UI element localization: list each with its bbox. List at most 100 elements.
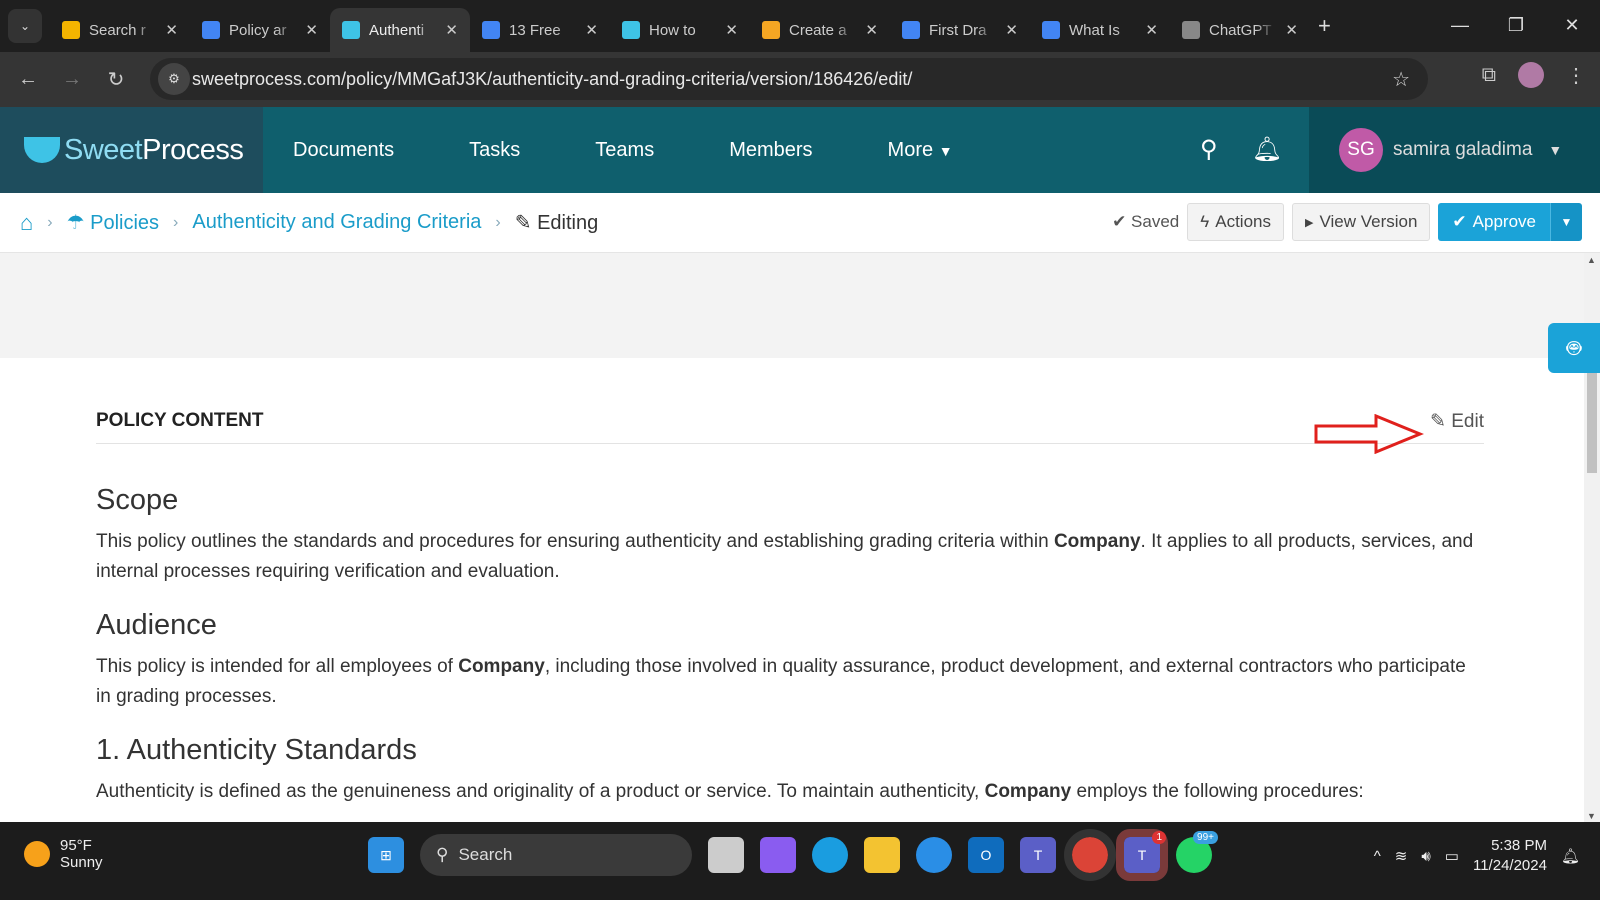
whatsapp-badge: 99+ (1193, 831, 1218, 844)
view-version-button[interactable]: ▶ View Version (1291, 203, 1431, 241)
chrome-icon[interactable] (1064, 829, 1116, 881)
notification-bell-icon[interactable]: 🔔︎ (1561, 847, 1580, 865)
heading-authenticity: 1. Authenticity Standards (96, 734, 417, 766)
url-text[interactable]: sweetprocess.com/policy/MMGafJ3K/authent… (192, 69, 912, 90)
restore-button[interactable]: ❐ (1488, 0, 1544, 50)
taskbar-search[interactable]: ⚲ Search (420, 834, 692, 876)
close-tab-icon[interactable]: ✕ (1005, 21, 1018, 39)
close-tab-icon[interactable]: ✕ (725, 21, 738, 39)
browser-tab[interactable]: Policy ar ✕ (190, 8, 330, 52)
search-label: Search (458, 845, 513, 864)
close-tab-icon[interactable]: ✕ (1145, 21, 1158, 39)
battery-icon[interactable]: ▭ (1445, 847, 1459, 865)
breadcrumb: ⌂ › ☂ Policies › Authenticity and Gradin… (0, 193, 1600, 253)
profile-avatar[interactable] (1518, 62, 1544, 88)
outlook-icon[interactable]: O (968, 837, 1004, 873)
nav-members[interactable]: Members (729, 139, 812, 162)
task-view-icon[interactable] (708, 837, 744, 873)
url-input[interactable]: ⚙ sweetprocess.com/policy/MMGafJ3K/authe… (150, 58, 1428, 100)
browser-tab[interactable]: 13 Free ✕ (470, 8, 610, 52)
telegram-icon[interactable] (916, 837, 952, 873)
nav-more[interactable]: More ▼ (888, 139, 953, 162)
pencil-icon: ✎ (1430, 411, 1446, 432)
browser-tab[interactable]: Authenti ✕ (330, 8, 470, 52)
close-tab-icon[interactable]: ✕ (165, 21, 178, 39)
tab-title: Policy ar (229, 21, 287, 39)
reload-button[interactable]: ↻ (94, 67, 138, 92)
browser-tab[interactable]: Create a ✕ (750, 8, 890, 52)
close-window-button[interactable]: ✕ (1544, 0, 1600, 50)
chevron-up-icon[interactable]: ^ (1374, 848, 1381, 865)
bookmark-star-icon[interactable]: ☆ (1392, 67, 1410, 92)
sun-icon (24, 841, 50, 867)
browser-menu-icon[interactable]: ⋮ (1566, 63, 1586, 88)
logo-cup-icon (24, 137, 60, 163)
close-tab-icon[interactable]: ✕ (445, 21, 458, 39)
browser-tab[interactable]: How to ✕ (610, 8, 750, 52)
wifi-icon[interactable]: ≋ (1395, 847, 1408, 865)
close-tab-icon[interactable]: ✕ (585, 21, 598, 39)
chevron-right-icon: › (173, 213, 179, 231)
chatbot-button[interactable]: 🤖︎ (1548, 323, 1600, 373)
google-docs-icon (482, 21, 500, 39)
approve-button[interactable]: ✔ Approve (1438, 203, 1550, 241)
logo-text-sweet: Sweet (64, 133, 143, 166)
windows-taskbar: 95°F Sunny ⊞ ⚲ Search O T T1 99+ ^ ≋ 🔊︎ ▭ … (0, 822, 1600, 900)
nav-tasks[interactable]: Tasks (469, 139, 520, 162)
policy-content: POLICY CONTENT ✎ Edit Scope This policy … (96, 380, 1484, 807)
actions-button[interactable]: ϟ Actions (1187, 203, 1284, 241)
saved-status: ✔ Saved (1112, 212, 1180, 231)
approve-dropdown-button[interactable]: ▼ (1550, 203, 1582, 241)
file-explorer-icon[interactable] (864, 837, 900, 873)
site-info-icon[interactable]: ⚙ (158, 63, 190, 95)
browser-tab[interactable]: What Is ✕ (1030, 8, 1170, 52)
breadcrumb-policy[interactable]: Authenticity and Grading Criteria (192, 211, 481, 234)
breadcrumb-policies[interactable]: ☂ Policies (67, 210, 159, 235)
browser-tab[interactable]: First Dra ✕ (890, 8, 1030, 52)
saved-label: Saved (1131, 212, 1180, 231)
back-button[interactable]: ← (6, 68, 50, 91)
edit-button[interactable]: ✎ Edit (1430, 410, 1484, 433)
scrollbar-thumb[interactable] (1587, 373, 1597, 473)
forward-button[interactable]: → (50, 68, 94, 91)
sweetprocess-logo[interactable]: Sweet Process (0, 107, 263, 193)
actions-label: Actions (1215, 212, 1271, 231)
teams-icon[interactable]: T (1020, 837, 1056, 873)
whatsapp-icon[interactable]: 99+ (1176, 831, 1218, 873)
nav-teams[interactable]: Teams (595, 139, 654, 162)
search-icon[interactable]: ⚲ (1200, 135, 1218, 164)
weather-widget[interactable]: 95°F Sunny (24, 837, 103, 871)
caret-right-icon: ▶ (1304, 216, 1314, 229)
heading-audience: Audience (96, 609, 217, 641)
new-tab-button[interactable]: + (1318, 13, 1331, 39)
edge-icon[interactable] (812, 837, 848, 873)
windows-start-icon[interactable]: ⊞ (368, 837, 404, 873)
extensions-icon[interactable]: ⧉ (1482, 64, 1496, 87)
volume-icon[interactable]: 🔊︎ (1421, 848, 1430, 865)
browser-tab[interactable]: ChatGPT ✕ (1170, 8, 1310, 52)
tab-title: Search r (89, 21, 146, 39)
tab-search-button[interactable]: ⌄ (8, 9, 42, 43)
home-icon[interactable]: ⌂ (20, 210, 33, 236)
copilot-icon[interactable] (760, 837, 796, 873)
view-version-label: View Version (1319, 212, 1418, 231)
close-tab-icon[interactable]: ✕ (865, 21, 878, 39)
user-avatar: SG (1339, 128, 1383, 172)
browser-tab[interactable]: Search r ✕ (50, 8, 190, 52)
close-tab-icon[interactable]: ✕ (305, 21, 318, 39)
user-menu[interactable]: SG samira galadima ▼ (1309, 107, 1600, 193)
google-drive-icon (62, 21, 80, 39)
nav-documents[interactable]: Documents (293, 139, 394, 162)
policies-label: Policies (90, 212, 160, 234)
teams-work-icon[interactable]: T1 (1116, 829, 1168, 881)
bell-icon[interactable]: 🔔︎ (1252, 135, 1282, 164)
clock[interactable]: 5:38 PM 11/24/2024 (1473, 836, 1547, 876)
google-docs-icon (1042, 21, 1060, 39)
audience-paragraph: This policy is intended for all employee… (96, 656, 1466, 707)
browser-tab-bar: ⌄ Search r ✕ Policy ar ✕ Authenti ✕ 13 Free ✕ Ho… (0, 0, 1600, 52)
tab-title: First Dra (929, 21, 987, 39)
close-tab-icon[interactable]: ✕ (1285, 21, 1298, 39)
minimize-button[interactable]: — (1432, 0, 1488, 50)
time: 5:38 PM (1491, 837, 1547, 854)
tab-title: How to (649, 21, 696, 39)
